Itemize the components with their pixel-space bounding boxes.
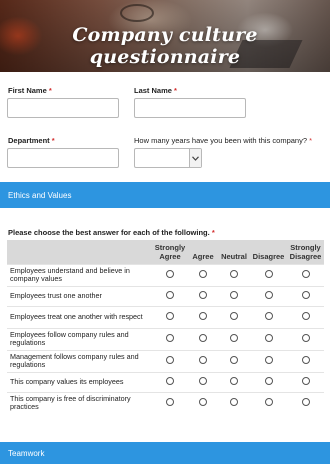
matrix-row: Employees understand and believe in comp… [7,263,324,286]
radio-strongly-agree[interactable] [166,312,174,320]
section-title: Ethics and Values [8,190,72,200]
glasses-decoration [120,4,154,22]
section-title: Teamwork [8,448,45,458]
matrix-row: This company values its employees [7,371,324,392]
matrix-row: Employees trust one another [7,285,324,306]
required-asterisk: * [211,228,215,237]
likert-matrix: Strongly Agree Agree Neutral Disagree Str… [7,240,324,414]
radio-strongly-agree[interactable] [166,334,174,342]
question-label: Employees treat one another with respect [7,305,152,328]
department-label: Department * [8,136,55,145]
radio-strongly-disagree[interactable] [301,377,310,385]
radio-agree[interactable] [199,312,207,320]
years-label-text: How many years have you been with this c… [134,136,308,145]
question-label: Employees trust one another [7,285,152,306]
chevron-down-icon [192,155,199,161]
first-name-label-text: First Name [8,86,47,95]
last-name-input[interactable] [134,98,246,118]
dropdown-button[interactable] [189,149,201,167]
matrix-row: Employees treat one another with respect [7,305,324,328]
question-column-header [7,240,152,264]
department-input[interactable] [7,148,119,168]
required-asterisk: * [309,136,313,145]
section-ethics-and-values: Ethics and Values [0,182,330,208]
column-header: Strongly Agree [152,240,188,264]
page-title: Company culture questionnaire [72,24,258,68]
radio-disagree[interactable] [264,356,273,364]
matrix-instruction: Please choose the best answer for each o… [8,228,215,237]
required-asterisk: * [51,136,55,145]
section-teamwork: Teamwork [0,442,330,464]
radio-strongly-agree[interactable] [166,270,174,278]
instruction-text: Please choose the best answer for each o… [8,228,210,237]
matrix-header-row: Strongly Agree Agree Neutral Disagree Str… [7,240,324,264]
radio-strongly-agree[interactable] [166,377,174,385]
radio-strongly-agree[interactable] [166,398,174,407]
radio-agree[interactable] [199,270,207,278]
radio-strongly-disagree[interactable] [301,291,310,299]
radio-disagree[interactable] [264,398,273,407]
column-header: Strongly Disagree [287,240,324,264]
radio-disagree[interactable] [264,334,273,342]
matrix-row: Management follows company rules and reg… [7,349,324,372]
radio-neutral[interactable] [230,312,238,320]
column-header: Disagree [250,240,287,264]
radio-agree[interactable] [199,377,207,385]
radio-strongly-disagree[interactable] [301,270,310,278]
years-label: How many years have you been with this c… [134,136,312,145]
question-label: This company is free of discriminatory p… [7,391,152,414]
radio-strongly-agree[interactable] [166,291,174,299]
radio-strongly-disagree[interactable] [301,312,310,320]
radio-disagree[interactable] [264,291,273,299]
matrix-row: This company is free of discriminatory p… [7,391,324,414]
radio-agree[interactable] [199,356,207,364]
radio-agree[interactable] [199,291,207,299]
radio-strongly-disagree[interactable] [301,356,310,364]
radio-disagree[interactable] [264,270,273,278]
column-header: Agree [188,240,218,264]
question-label: Management follows company rules and reg… [7,349,152,372]
radio-neutral[interactable] [230,356,238,364]
required-asterisk: * [48,86,52,95]
radio-neutral[interactable] [230,270,238,278]
radio-neutral[interactable] [230,377,238,385]
last-name-label-text: Last Name [134,86,172,95]
first-name-label: First Name * [8,86,52,95]
radio-agree[interactable] [199,398,207,407]
years-select[interactable] [134,148,202,168]
question-label: This company values its employees [7,371,152,392]
column-header: Neutral [218,240,250,264]
radio-disagree[interactable] [264,312,273,320]
last-name-label: Last Name * [134,86,177,95]
radio-disagree[interactable] [264,377,273,385]
question-label: Employees understand and believe in comp… [7,263,152,286]
matrix-row: Employees follow company rules and regul… [7,327,324,350]
first-name-input[interactable] [7,98,119,118]
radio-strongly-disagree[interactable] [301,398,310,407]
radio-neutral[interactable] [230,291,238,299]
radio-agree[interactable] [199,334,207,342]
radio-neutral[interactable] [230,334,238,342]
header-banner: Company culture questionnaire [0,0,330,72]
question-label: Employees follow company rules and regul… [7,327,152,350]
radio-neutral[interactable] [230,398,238,407]
required-asterisk: * [174,86,177,95]
radio-strongly-agree[interactable] [166,356,174,364]
department-label-text: Department [8,136,50,145]
radio-strongly-disagree[interactable] [301,334,310,342]
